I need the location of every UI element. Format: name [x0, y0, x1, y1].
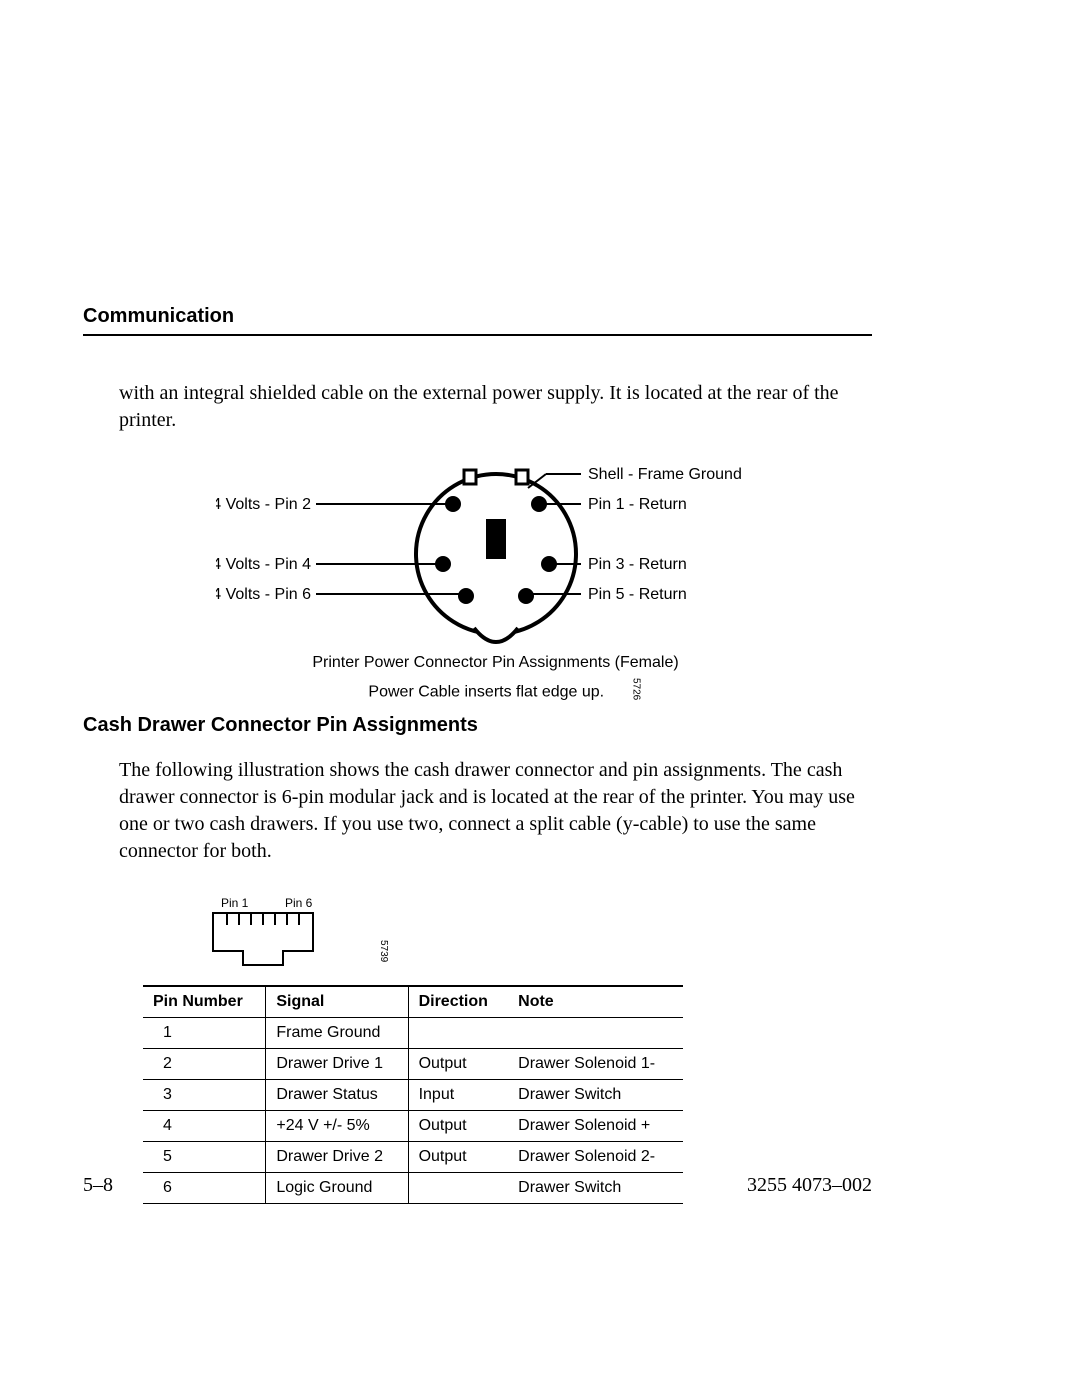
power-connector-diagram: +24 Volts - Pin 2 +24 Volts - Pin 4 +24 … — [119, 464, 872, 684]
td-direction: Output — [408, 1049, 508, 1080]
rj-jack-diagram: Pin 1 Pin 6 5739 — [203, 895, 872, 975]
label-pin1: Pin 1 - Return — [588, 496, 687, 513]
doc-number: 3255 4073–002 — [747, 1174, 872, 1197]
section-title: Communication — [83, 305, 872, 336]
table-row: 2 Drawer Drive 1 Output Drawer Solenoid … — [143, 1049, 683, 1080]
label-pin5: Pin 5 - Return — [588, 586, 687, 603]
figure-number: 5726 — [629, 678, 643, 700]
td-signal: Drawer Status — [266, 1080, 408, 1111]
td-pin: 5 — [143, 1142, 266, 1173]
td-note: Drawer Solenoid 1- — [508, 1049, 683, 1080]
th-signal: Signal — [266, 986, 408, 1018]
td-pin: 4 — [143, 1111, 266, 1142]
power-connector-caption: Printer Power Connector Pin Assignments … — [119, 652, 872, 704]
jack-pin1-label: Pin 1 — [221, 896, 249, 910]
td-note: Drawer Solenoid + — [508, 1111, 683, 1142]
label-pin2: +24 Volts - Pin 2 — [216, 496, 311, 513]
jack-figure-number: 5739 — [378, 940, 389, 962]
th-pin: Pin Number — [143, 986, 266, 1018]
cash-drawer-heading: Cash Drawer Connector Pin Assignments — [83, 714, 872, 737]
page: Communication with an integral shielded … — [0, 0, 1080, 1397]
td-signal: +24 V +/- 5% — [266, 1111, 408, 1142]
page-number: 5–8 — [83, 1174, 113, 1197]
jack-pin6-label: Pin 6 — [285, 896, 313, 910]
td-signal: Drawer Drive 1 — [266, 1049, 408, 1080]
td-direction: Output — [408, 1142, 508, 1173]
cash-drawer-paragraph: The following illustration shows the cas… — [119, 757, 872, 865]
table-row: 1 Frame Ground — [143, 1018, 683, 1049]
table-row: 4 +24 V +/- 5% Output Drawer Solenoid + — [143, 1111, 683, 1142]
td-note — [508, 1018, 683, 1049]
intro-paragraph: with an integral shielded cable on the e… — [119, 380, 872, 434]
td-note: Drawer Switch — [508, 1080, 683, 1111]
label-pin3: Pin 3 - Return — [588, 556, 687, 573]
th-direction: Direction — [408, 986, 508, 1018]
td-note: Drawer Solenoid 2- — [508, 1142, 683, 1173]
td-direction — [408, 1018, 508, 1049]
cash-drawer-pin-table: Pin Number Signal Direction Note 1 Frame… — [143, 985, 683, 1204]
td-signal: Drawer Drive 2 — [266, 1142, 408, 1173]
label-pin6: +24 Volts - Pin 6 — [216, 586, 311, 603]
td-signal: Frame Ground — [266, 1018, 408, 1049]
label-shell: Shell - Frame Ground — [588, 466, 742, 483]
td-direction: Output — [408, 1111, 508, 1142]
table-header-row: Pin Number Signal Direction Note — [143, 986, 683, 1018]
table-row: 3 Drawer Status Input Drawer Switch — [143, 1080, 683, 1111]
caption-line-2: Power Cable inserts flat edge up. — [368, 684, 604, 701]
rj-jack-icon: Pin 1 Pin 6 — [203, 895, 373, 975]
th-note: Note — [508, 986, 683, 1018]
td-pin: 3 — [143, 1080, 266, 1111]
label-pin4: +24 Volts - Pin 4 — [216, 556, 311, 573]
caption-line-1: Printer Power Connector Pin Assignments … — [312, 654, 678, 671]
td-pin: 1 — [143, 1018, 266, 1049]
table-row: 5 Drawer Drive 2 Output Drawer Solenoid … — [143, 1142, 683, 1173]
td-pin: 2 — [143, 1049, 266, 1080]
page-footer: 5–8 3255 4073–002 — [83, 1174, 872, 1197]
din-connector-icon: +24 Volts - Pin 2 +24 Volts - Pin 4 +24 … — [216, 464, 776, 644]
td-direction: Input — [408, 1080, 508, 1111]
